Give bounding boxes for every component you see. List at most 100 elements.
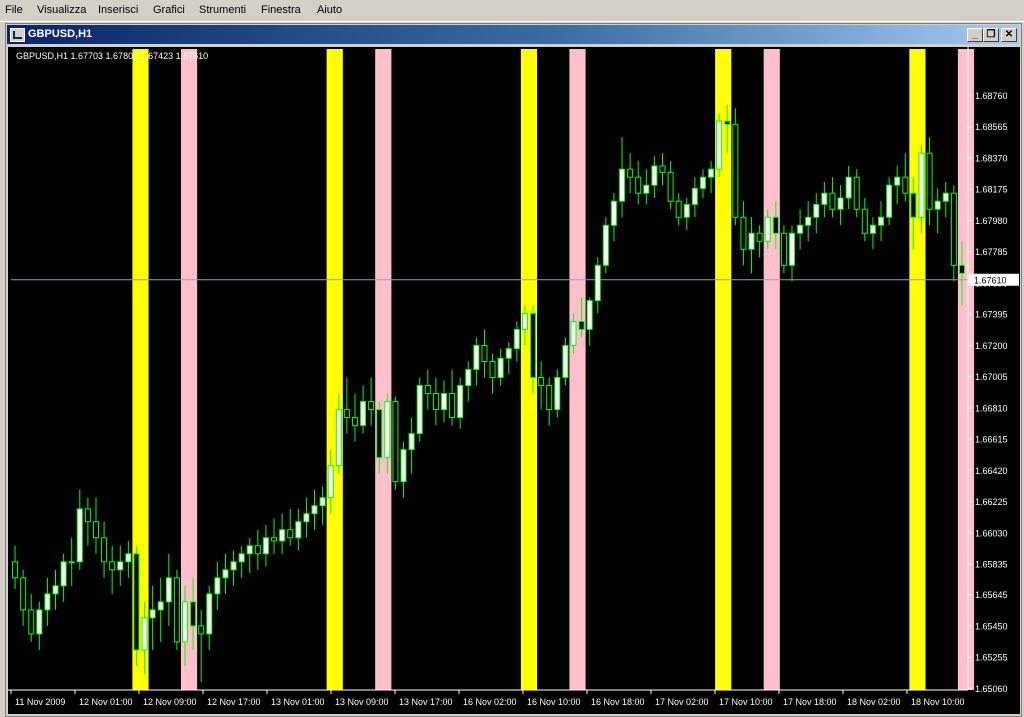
y-tick-label: 1.66615 xyxy=(975,435,1008,445)
candle-body xyxy=(586,300,593,330)
candle-body xyxy=(805,216,812,226)
candle-body xyxy=(691,187,698,205)
candle-body xyxy=(918,152,925,218)
menu-aiuto[interactable]: Aiuto xyxy=(317,4,342,16)
chart-window: GBPUSD,H1 _ ❐ ✕ 1.68760 1.68565 1.68370 1.6… xyxy=(5,23,1022,717)
y-tick-label: 1.65450 xyxy=(975,621,1008,631)
chart-info-label: GBPUSD,H1 1.67703 1.67802 1.67423 1.6761… xyxy=(16,51,208,61)
candle-body xyxy=(271,537,278,542)
candle-body xyxy=(821,192,828,205)
candle-body xyxy=(878,216,885,226)
candle-body xyxy=(942,192,949,202)
candle-body xyxy=(295,521,302,539)
candle-body xyxy=(651,165,658,186)
candle-body xyxy=(950,192,957,266)
candle-body xyxy=(335,409,342,467)
candle-body xyxy=(36,609,43,635)
candle-body xyxy=(238,553,245,563)
candle-body xyxy=(619,168,626,202)
candle-body xyxy=(449,393,456,419)
menu-strumenti[interactable]: Strumenti xyxy=(199,4,246,16)
x-tick-label: 16 Nov 18:00 xyxy=(591,697,645,707)
menu-inserisci[interactable]: Inserisci xyxy=(98,4,138,16)
chart-app-icon xyxy=(10,28,25,42)
restore-button[interactable]: ❐ xyxy=(983,28,999,42)
candle-body xyxy=(12,561,19,579)
candle-body xyxy=(748,232,755,250)
candle-body xyxy=(432,393,439,411)
session-band xyxy=(375,49,392,690)
candle-body xyxy=(772,216,779,234)
session-band xyxy=(326,49,343,690)
session-band xyxy=(909,49,926,690)
candle-body xyxy=(465,369,472,387)
candle-body xyxy=(376,409,383,459)
y-tick-label: 1.66225 xyxy=(975,497,1008,507)
session-band xyxy=(957,49,975,690)
x-tick-label: 13 Nov 09:00 xyxy=(335,697,389,707)
session-band xyxy=(569,49,586,690)
y-tick-label: 1.68565 xyxy=(975,122,1008,132)
candle-body xyxy=(173,577,180,643)
candle-body xyxy=(165,577,172,603)
candle-body xyxy=(886,184,893,218)
candle-body xyxy=(440,393,447,411)
price-chart[interactable]: 1.68760 1.68565 1.68370 1.68175 1.67980 1.677… xyxy=(8,47,1020,714)
candle-body xyxy=(740,216,747,250)
candle-body xyxy=(343,409,350,419)
y-tick-label: 1.67785 xyxy=(975,247,1008,257)
x-tick-label: 18 Nov 10:00 xyxy=(911,697,965,707)
candle-body xyxy=(708,168,715,178)
candle-body xyxy=(28,609,35,635)
x-tick-label: 12 Nov 01:00 xyxy=(79,697,133,707)
candle-body xyxy=(562,344,569,379)
minimize-button[interactable]: _ xyxy=(967,28,983,42)
candle-body xyxy=(699,176,706,189)
candle-body xyxy=(254,545,261,555)
candle-body xyxy=(214,577,221,595)
candle-body xyxy=(837,197,844,210)
candle-body xyxy=(934,200,941,210)
candle-body xyxy=(845,176,852,199)
menu-grafici[interactable]: Grafici xyxy=(153,4,185,16)
candle-body xyxy=(497,357,504,379)
candle-body xyxy=(109,561,116,571)
x-tick-label: 17 Nov 18:00 xyxy=(783,697,837,707)
x-tick-label: 11 Nov 2009 xyxy=(15,697,65,707)
candle-body xyxy=(643,184,650,194)
candle-body xyxy=(246,545,253,555)
y-tick-label: 1.68175 xyxy=(975,185,1008,195)
candle-body xyxy=(521,312,528,330)
chart-window-titlebar[interactable]: GBPUSD,H1 _ ❐ ✕ xyxy=(7,25,1019,44)
candle-body xyxy=(262,537,269,555)
x-tick-label: 13 Nov 01:00 xyxy=(271,697,325,707)
candle-body xyxy=(732,123,739,218)
candle-body xyxy=(351,417,358,427)
candle-body xyxy=(829,192,836,210)
current-price-label: 1.67610 xyxy=(974,275,1007,285)
candle-body xyxy=(327,465,334,499)
candle-body xyxy=(481,344,488,362)
menu-visualizza[interactable]: Visualizza xyxy=(37,4,86,16)
y-tick-label: 1.68370 xyxy=(975,153,1008,163)
menu-finestra[interactable]: Finestra xyxy=(261,4,301,16)
candle-body xyxy=(627,168,634,178)
close-button[interactable]: ✕ xyxy=(1001,28,1017,42)
menu-bar: File Visualizza Inserisci Grafici Strume… xyxy=(0,0,1024,22)
candle-body xyxy=(602,224,609,266)
candle-body xyxy=(554,377,561,411)
chart-background xyxy=(8,47,1020,714)
candle-body xyxy=(408,433,415,451)
candle-body xyxy=(683,203,690,218)
candle-body xyxy=(190,601,197,627)
candle-body xyxy=(756,232,763,242)
candle-body xyxy=(360,401,367,427)
candle-body xyxy=(780,232,787,266)
candle-body xyxy=(117,561,124,571)
candle-body xyxy=(958,264,965,274)
candle-body xyxy=(675,200,682,218)
candle-body xyxy=(513,328,520,350)
candle-body xyxy=(157,601,164,611)
menu-file[interactable]: File xyxy=(5,4,23,16)
y-tick-label: 1.66810 xyxy=(975,403,1008,413)
